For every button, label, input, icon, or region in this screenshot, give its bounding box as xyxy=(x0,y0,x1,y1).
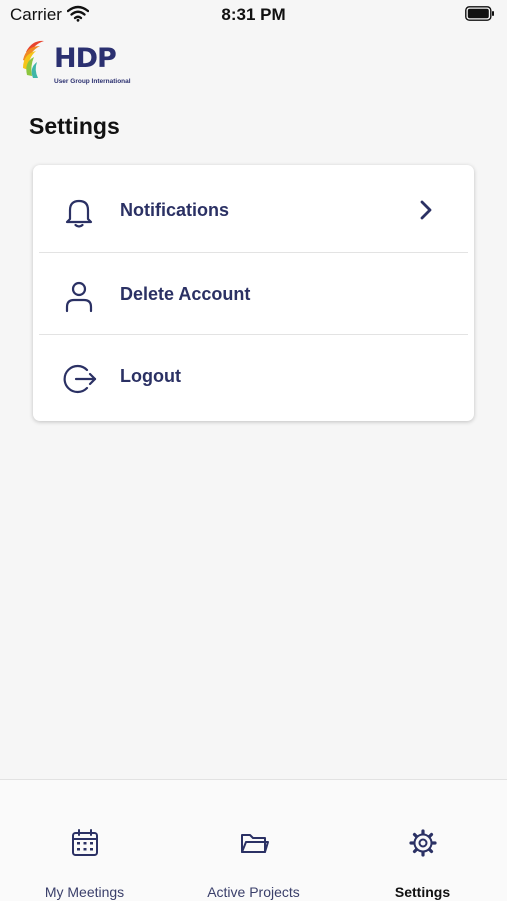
hdp-logo: HDP User Group International xyxy=(20,38,138,90)
status-time: 8:31 PM xyxy=(221,5,286,24)
notifications-label: Notifications xyxy=(120,200,230,220)
battery-icon xyxy=(465,6,494,21)
gear-icon xyxy=(409,829,437,857)
delete-account-row[interactable]: Delete Account xyxy=(33,253,474,335)
tab-label: Settings xyxy=(394,884,451,900)
chevron-right-icon xyxy=(420,200,432,220)
settings-card: Notifications Delete Account Logout xyxy=(33,165,474,421)
bell-icon xyxy=(65,199,93,228)
status-bar: Carrier 8:31 PM xyxy=(0,0,507,30)
logo-tagline: User Group International xyxy=(54,78,131,85)
tab-label: Active Projects xyxy=(207,884,300,900)
folder-icon xyxy=(241,834,269,853)
logout-icon xyxy=(63,364,97,394)
tab-bar: My Meetings Active Projects Settings xyxy=(0,779,507,901)
calendar-icon xyxy=(72,829,98,856)
tab-active-projects[interactable]: Active Projects xyxy=(169,780,338,901)
notifications-row[interactable]: Notifications xyxy=(33,169,474,251)
tab-my-meetings[interactable]: My Meetings xyxy=(0,780,169,901)
logo-swirl-icon xyxy=(23,40,44,78)
delete-account-label: Delete Account xyxy=(120,284,251,304)
logo-wordmark: HDP xyxy=(54,43,117,74)
logout-row[interactable]: Logout xyxy=(33,335,474,417)
tab-label: My Meetings xyxy=(44,884,125,900)
tab-settings[interactable]: Settings xyxy=(338,780,507,901)
page-title: Settings xyxy=(29,113,120,139)
logout-label: Logout xyxy=(120,366,181,386)
user-icon xyxy=(65,281,93,313)
